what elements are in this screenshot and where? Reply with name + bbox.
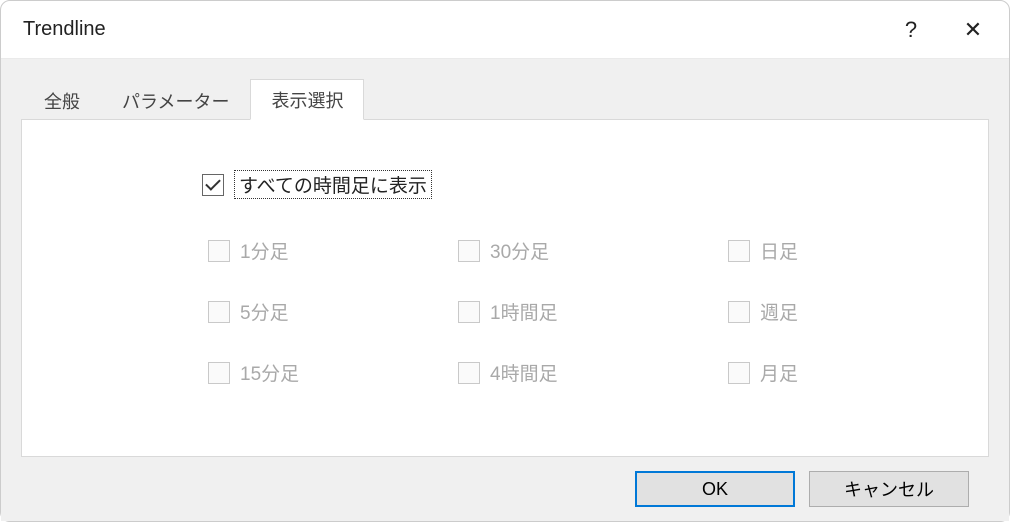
timeframe-m15-checkbox[interactable] [208, 362, 230, 384]
timeframe-h4-checkbox[interactable] [458, 362, 480, 384]
timeframe-m30-checkbox[interactable] [458, 240, 480, 262]
timeframe-m1-label: 1分足 [240, 237, 289, 264]
timeframe-grid: 1分足 30分足 日足 5分足 1時間足 [208, 237, 948, 386]
help-icon: ? [905, 17, 917, 43]
timeframe-m1: 1分足 [208, 237, 448, 264]
timeframe-m15-label: 15分足 [240, 359, 299, 386]
timeframe-m1-checkbox[interactable] [208, 240, 230, 262]
timeframe-h4: 4時間足 [458, 359, 718, 386]
timeframe-h1-label: 1時間足 [490, 298, 558, 325]
tab-label: パラメーター [122, 92, 229, 112]
tab-strip: 全般 パラメーター 表示選択 [23, 79, 989, 119]
timeframe-m30-label: 30分足 [490, 237, 549, 264]
timeframe-h1: 1時間足 [458, 298, 718, 325]
tab-label: 表示選択 [271, 91, 343, 111]
close-button[interactable]: ✕ [947, 6, 999, 54]
show-all-label: すべての時間足に表示 [234, 170, 432, 199]
timeframe-d1: 日足 [728, 237, 928, 264]
dialog-body: 全般 パラメーター 表示選択 すべての時間足に表示 1分足 [1, 59, 1009, 521]
dialog-title: Trendline [23, 18, 885, 41]
tab-label: 全般 [44, 92, 80, 112]
timeframe-mn1-checkbox[interactable] [728, 362, 750, 384]
timeframe-mn1: 月足 [728, 359, 928, 386]
timeframe-m30: 30分足 [458, 237, 718, 264]
timeframe-d1-label: 日足 [760, 237, 798, 264]
help-button[interactable]: ? [885, 6, 937, 54]
timeframe-d1-checkbox[interactable] [728, 240, 750, 262]
timeframe-m5-label: 5分足 [240, 298, 289, 325]
titlebar: Trendline ? ✕ [1, 1, 1009, 59]
ok-button-label: OK [702, 479, 728, 500]
timeframe-w1: 週足 [728, 298, 928, 325]
tab-general[interactable]: 全般 [23, 80, 101, 120]
visualization-panel: すべての時間足に表示 1分足 30分足 日足 5分足 [21, 119, 989, 457]
trendline-dialog: Trendline ? ✕ 全般 パラメーター 表示選択 すべての時間足に表示 [0, 0, 1010, 522]
timeframe-w1-checkbox[interactable] [728, 301, 750, 323]
tab-visualization[interactable]: 表示選択 [250, 79, 364, 120]
ok-button[interactable]: OK [635, 471, 795, 507]
cancel-button-label: キャンセル [844, 476, 934, 502]
show-all-checkbox[interactable] [202, 174, 224, 196]
timeframe-m15: 15分足 [208, 359, 448, 386]
timeframe-h4-label: 4時間足 [490, 359, 558, 386]
timeframe-w1-label: 週足 [760, 298, 798, 325]
close-icon: ✕ [964, 17, 982, 43]
timeframe-m5-checkbox[interactable] [208, 301, 230, 323]
cancel-button[interactable]: キャンセル [809, 471, 969, 507]
timeframe-m5: 5分足 [208, 298, 448, 325]
tab-parameters[interactable]: パラメーター [101, 80, 250, 120]
timeframe-h1-checkbox[interactable] [458, 301, 480, 323]
button-bar: OK キャンセル [21, 457, 989, 521]
timeframe-mn1-label: 月足 [760, 359, 798, 386]
show-all-row: すべての時間足に表示 [202, 170, 948, 199]
